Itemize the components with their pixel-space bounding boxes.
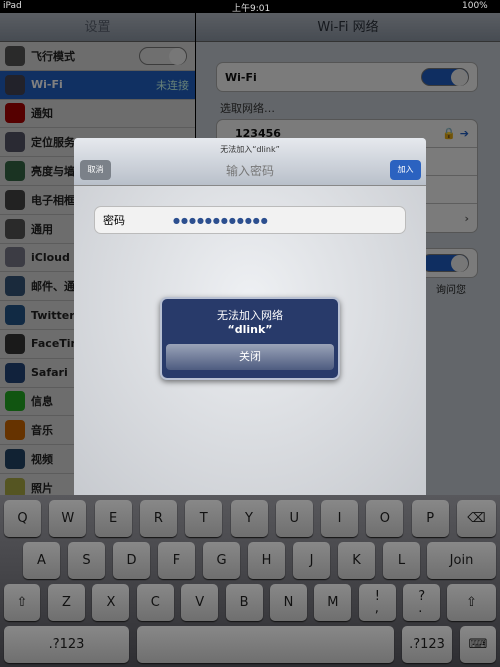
- sidebar-item[interactable]: 通知: [0, 100, 195, 129]
- facetime-icon: [5, 333, 25, 354]
- key-7[interactable]: ! ,: [358, 584, 396, 621]
- key-r[interactable]: R: [139, 500, 177, 537]
- key-4[interactable]: B: [225, 584, 263, 621]
- key-k[interactable]: K: [338, 542, 375, 579]
- password-field[interactable]: 密码 ●●●●●●●●●●●●: [94, 206, 406, 234]
- status-bar: iPad 上午9:01 100%: [0, 0, 500, 14]
- key-l[interactable]: L: [383, 542, 420, 579]
- location-icon: [5, 132, 25, 153]
- device-name: iPad: [3, 1, 22, 11]
- key-1[interactable]: X: [92, 584, 130, 621]
- cloud-icon: [5, 247, 25, 268]
- mail-icon: [5, 276, 25, 297]
- sidebar-item-label: 电子相框: [31, 193, 75, 207]
- key-p[interactable]: P: [411, 500, 449, 537]
- sidebar-item[interactable]: Wi-Fi 未连接: [0, 70, 195, 100]
- safari-icon: [5, 362, 25, 383]
- key-o[interactable]: O: [366, 500, 404, 537]
- key-h[interactable]: H: [248, 542, 285, 579]
- sidebar-item[interactable]: 飞行模式: [0, 42, 195, 71]
- ask-join-text: 询问您: [436, 285, 466, 296]
- alert-title: 无法加入网络: [217, 309, 283, 322]
- cancel-button[interactable]: 取消: [80, 160, 111, 180]
- wifi-group: Wi-Fi: [216, 62, 478, 92]
- close-button[interactable]: 关闭: [166, 344, 334, 370]
- ask-join-toggle[interactable]: [421, 254, 469, 272]
- key-q[interactable]: Q: [4, 500, 41, 537]
- key-6[interactable]: M: [314, 584, 352, 621]
- keyboard: Q W E R T Y U I O P ⌫ A S D F G H J K L Join ⇧ Z X C V B N M! ,? . ⇧.…: [0, 495, 500, 667]
- password-value: ●●●●●●●●●●●●: [173, 215, 269, 225]
- alert-network-name: “dlink”: [227, 323, 273, 336]
- chevron-right-icon: ›: [464, 211, 469, 225]
- notifications-icon: [5, 103, 25, 124]
- video-icon: [5, 449, 25, 470]
- music-icon: [5, 420, 25, 441]
- numbers-key-left[interactable]: .?123: [4, 626, 129, 663]
- key-e[interactable]: E: [94, 500, 132, 537]
- key-a[interactable]: A: [23, 542, 60, 579]
- picture-frame-icon: [5, 189, 25, 210]
- choose-network-label: 选取网络…: [220, 102, 275, 115]
- key-8[interactable]: ? .: [403, 584, 441, 621]
- key-0[interactable]: Z: [48, 584, 85, 621]
- sheet-header: 无法加入“dlink” 输入密码 取消 加入: [74, 138, 426, 186]
- sidebar-item-label: Twitter: [31, 308, 75, 322]
- key-g[interactable]: G: [203, 542, 240, 579]
- sidebar-item-label: 视频: [31, 453, 53, 467]
- messages-icon: [5, 391, 25, 412]
- wifi-label: Wi-Fi: [225, 70, 257, 84]
- shift-key-right[interactable]: ⇧: [447, 584, 496, 621]
- delete-key[interactable]: ⌫: [457, 500, 496, 537]
- key-2[interactable]: C: [136, 584, 174, 621]
- alert-dialog: 无法加入网络 “dlink” 关闭: [160, 297, 340, 380]
- key-5[interactable]: N: [270, 584, 307, 621]
- sidebar-item-label: 信息: [31, 395, 53, 409]
- password-sheet: 无法加入“dlink” 输入密码 取消 加入 密码 ●●●●●●●●●●●● 无…: [74, 138, 426, 495]
- sidebar-item-label: iCloud: [31, 250, 70, 264]
- sidebar-item-label: Wi-Fi: [31, 78, 63, 92]
- sidebar-item-value: 未连接: [156, 78, 189, 92]
- key-j[interactable]: J: [293, 542, 330, 579]
- sidebar-item-label: 音乐: [31, 424, 53, 438]
- sidebar-item-label: 通知: [31, 107, 53, 121]
- sheet-subtitle: 无法加入“dlink”: [220, 145, 280, 154]
- key-t[interactable]: T: [185, 500, 223, 537]
- brightness-icon: [5, 161, 25, 182]
- detail-disclosure-icon[interactable]: 🔒 ➔: [442, 127, 469, 140]
- hide-keyboard-key[interactable]: ⌨: [460, 626, 496, 663]
- key-y[interactable]: Y: [230, 500, 268, 537]
- key-f[interactable]: F: [158, 542, 195, 579]
- sidebar-item-label: 飞行模式: [31, 49, 75, 63]
- space-bar[interactable]: [137, 626, 394, 663]
- sidebar-item-label: Safari: [31, 366, 68, 380]
- key-s[interactable]: S: [68, 542, 105, 579]
- battery-text: 100%: [462, 1, 488, 11]
- airplane-icon: [5, 45, 25, 66]
- gear-icon: [5, 218, 25, 239]
- sheet-title: 输入密码: [225, 164, 274, 178]
- numbers-key-right[interactable]: .?123: [402, 626, 452, 663]
- key-3[interactable]: V: [181, 584, 219, 621]
- key-d[interactable]: D: [113, 542, 150, 579]
- sidebar-item-label: 定位服务: [31, 136, 75, 150]
- sidebar-item-label: 通用: [31, 222, 53, 236]
- key-u[interactable]: U: [275, 500, 313, 537]
- join-button[interactable]: 加入: [390, 160, 421, 180]
- wifi-row: Wi-Fi: [217, 63, 477, 91]
- twitter-icon: [5, 305, 25, 326]
- wifi-toggle[interactable]: [421, 68, 469, 86]
- key-i[interactable]: I: [321, 500, 359, 537]
- shift-key-left[interactable]: ⇧: [4, 584, 40, 621]
- wifi-pane-title: Wi-Fi 网络: [196, 13, 500, 42]
- key-w[interactable]: W: [49, 500, 87, 537]
- password-label: 密码: [103, 214, 125, 227]
- sidebar-title: 设置: [0, 13, 195, 42]
- sidebar-item-label: 照片: [31, 481, 53, 495]
- wifi-icon: [5, 74, 25, 95]
- airplane-toggle[interactable]: [139, 46, 187, 65]
- join-key[interactable]: Join: [427, 542, 496, 579]
